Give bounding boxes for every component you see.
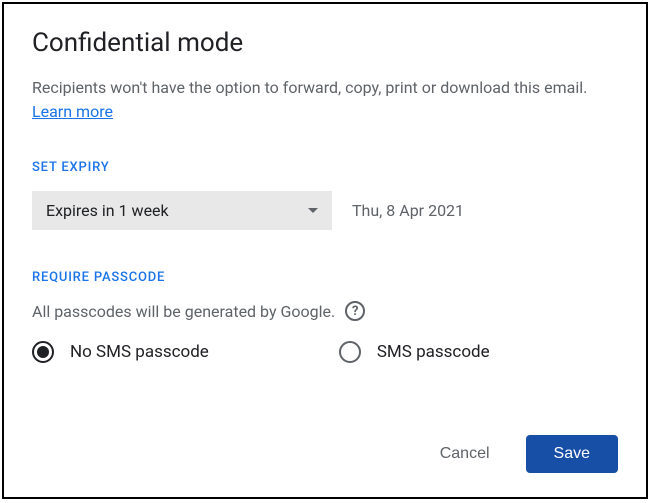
description-text: Recipients won't have the option to forw…: [32, 78, 587, 97]
radio-button-icon: [32, 341, 54, 363]
require-passcode-label: REQUIRE PASSCODE: [32, 270, 618, 285]
chevron-down-icon: [308, 208, 318, 213]
passcode-radio-group: No SMS passcode SMS passcode: [32, 341, 618, 363]
radio-label: SMS passcode: [377, 342, 490, 362]
dialog-description: Recipients won't have the option to forw…: [32, 76, 618, 124]
save-button[interactable]: Save: [526, 435, 618, 473]
radio-selected-dot: [37, 346, 49, 358]
dialog-button-row: Cancel Save: [32, 435, 618, 473]
cancel-button[interactable]: Cancel: [420, 435, 510, 473]
dialog-title: Confidential mode: [32, 28, 618, 58]
expiry-selected: Expires in 1 week: [46, 201, 169, 220]
learn-more-link[interactable]: Learn more: [32, 102, 113, 121]
passcode-description: All passcodes will be generated by Googl…: [32, 302, 335, 321]
set-expiry-label: SET EXPIRY: [32, 160, 618, 175]
radio-label: No SMS passcode: [70, 342, 209, 362]
radio-button-icon: [339, 341, 361, 363]
passcode-description-row: All passcodes will be generated by Googl…: [32, 301, 618, 321]
expiry-row: Expires in 1 week Thu, 8 Apr 2021: [32, 191, 618, 230]
help-icon[interactable]: ?: [345, 301, 365, 321]
confidential-mode-dialog: Confidential mode Recipients won't have …: [2, 2, 648, 499]
expiry-dropdown[interactable]: Expires in 1 week: [32, 191, 332, 230]
expiry-date: Thu, 8 Apr 2021: [352, 201, 464, 220]
radio-sms-passcode[interactable]: SMS passcode: [339, 341, 490, 363]
radio-no-sms-passcode[interactable]: No SMS passcode: [32, 341, 209, 363]
